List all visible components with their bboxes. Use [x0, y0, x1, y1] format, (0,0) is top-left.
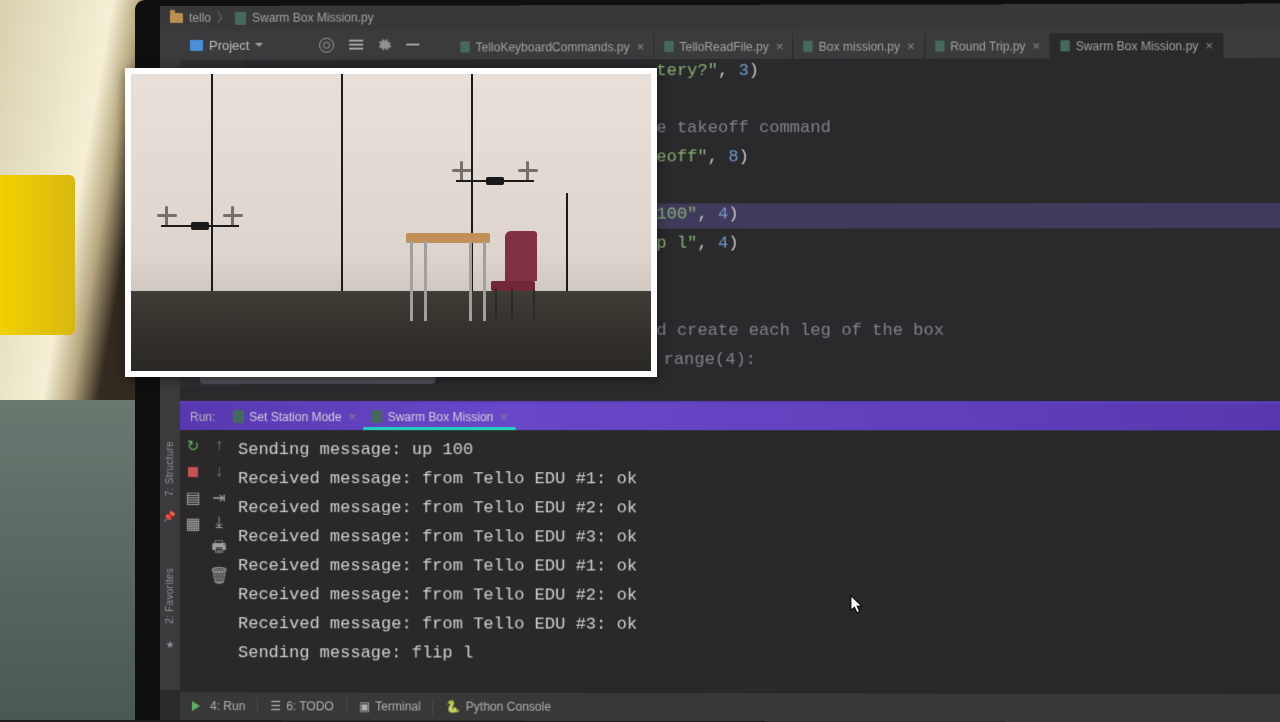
run-tool-window: Run: Set Station Mode× Swarm Box Mission… — [180, 401, 1280, 692]
status-todo-button[interactable]: ☰6: TODO — [258, 699, 345, 713]
collapse-icon[interactable] — [349, 37, 364, 52]
python-file-icon — [235, 11, 246, 24]
trash-icon[interactable]: 🗑 — [212, 568, 227, 583]
room-floor — [131, 291, 651, 371]
run-side-toolbar: ↻ ▤ ▦ ↑ ↓ ⇥ ⤓ 🖶 🗑 — [180, 430, 232, 690]
project-label: Project — [209, 37, 249, 52]
hide-icon[interactable] — [406, 37, 421, 52]
close-icon[interactable]: × — [500, 410, 507, 424]
run-tab-setstation[interactable]: Set Station Mode× — [225, 406, 363, 428]
breadcrumb: tello 〉 Swarm Box Mission.py — [160, 4, 1280, 30]
tab-tellokeyboard[interactable]: TelloKeyboardCommands.py× — [450, 34, 654, 59]
rerun-icon[interactable]: ↻ — [185, 438, 200, 453]
console-line: Received message: from Tello EDU #3: ok — [238, 523, 1280, 553]
wall-seam — [566, 193, 568, 291]
python-file-icon — [372, 410, 383, 423]
project-icon — [190, 39, 203, 50]
yellow-chair-photo — [0, 175, 75, 335]
room-scene — [131, 74, 651, 371]
console-output[interactable]: Sending message: up 100 Received message… — [238, 430, 1280, 692]
code-comment: d create each leg of the box — [656, 322, 944, 341]
tab-boxmission[interactable]: Box mission.py× — [794, 34, 925, 59]
code-fragment: 100", 4) — [656, 205, 738, 224]
wall-seam — [341, 74, 343, 291]
up-arrow-icon[interactable]: ↑ — [212, 438, 227, 453]
close-icon[interactable]: × — [637, 39, 645, 54]
close-icon[interactable]: × — [1033, 38, 1041, 53]
python-file-icon — [803, 41, 812, 52]
terminal-icon: ▣ — [359, 699, 370, 713]
chair-photo — [491, 231, 539, 321]
breadcrumb-folder[interactable]: tello — [189, 11, 211, 25]
run-tab-swarmbox[interactable]: Swarm Box Mission× — [364, 406, 516, 428]
tab-roundtrip[interactable]: Round Trip.py× — [925, 33, 1050, 58]
breadcrumb-file[interactable]: Swarm Box Mission.py — [252, 11, 374, 25]
status-terminal-button[interactable]: ▣Terminal — [347, 699, 433, 713]
project-dropdown[interactable]: Project — [182, 35, 272, 54]
python-file-icon — [935, 41, 944, 52]
code-fragment: tery?", 3) — [656, 62, 759, 81]
todo-icon: ☰ — [270, 699, 281, 713]
chevron-down-icon — [256, 43, 264, 51]
table-photo — [406, 233, 490, 321]
close-icon[interactable]: × — [1205, 38, 1213, 53]
python-file-icon — [1060, 40, 1069, 51]
code-fragment: p l", 4) — [656, 235, 738, 254]
close-icon[interactable]: × — [349, 410, 356, 424]
layout-icon[interactable]: ▤ — [185, 490, 200, 505]
console-line: Sending message: flip l — [238, 639, 1280, 670]
run-tabs-bar: Run: Set Station Mode× Swarm Box Mission… — [180, 403, 1280, 430]
status-run-button[interactable]: 4: Run — [180, 699, 257, 713]
code-comment: e takeoff command — [656, 119, 831, 138]
play-icon — [192, 701, 205, 711]
wrap-icon[interactable]: ⇥ — [212, 490, 227, 505]
close-icon[interactable]: × — [776, 39, 784, 54]
scroll-icon[interactable]: ⤓ — [212, 516, 227, 531]
console-line: Received message: from Tello EDU #2: ok — [238, 581, 1280, 612]
python-icon: 🐍 — [446, 700, 461, 714]
code-fragment: eoff", 8) — [656, 148, 748, 167]
console-line: Received message: from Tello EDU #3: ok — [238, 610, 1280, 641]
sidebar-structure-tab[interactable]: 7: Structure — [164, 435, 175, 502]
console-line: Received message: from Tello EDU #1: ok — [238, 465, 1280, 495]
console-line: Received message: from Tello EDU #1: ok — [238, 552, 1280, 582]
python-file-icon — [460, 41, 469, 52]
console-line: Sending message: up 100 — [238, 436, 1280, 466]
down-arrow-icon[interactable]: ↓ — [212, 464, 227, 479]
toolbar: Project TelloKeyboardCommands.py× TelloR… — [160, 28, 1280, 61]
wall-seam — [211, 74, 213, 291]
console-line: Received message: from Tello EDU #2: ok — [238, 494, 1280, 524]
status-pyconsole-button[interactable]: 🐍Python Console — [434, 700, 563, 714]
folder-icon — [170, 13, 183, 23]
gear-icon[interactable] — [378, 37, 392, 51]
layout2-icon[interactable]: ▦ — [185, 516, 200, 531]
tab-telloreadfile[interactable]: TelloReadFile.py× — [654, 34, 793, 59]
run-label: Run: — [180, 410, 225, 424]
editor-tabs: TelloKeyboardCommands.py× TelloReadFile.… — [450, 28, 1223, 60]
mouse-cursor — [850, 595, 864, 615]
drone-2 — [456, 169, 534, 191]
pin-icon[interactable]: 📌 — [163, 510, 177, 524]
tab-swarmboxmission[interactable]: Swarm Box Mission.py× — [1050, 33, 1223, 58]
drone-1 — [161, 214, 239, 236]
sidebar-favorites-tab[interactable]: 2: Favorites — [164, 562, 175, 630]
locate-icon[interactable] — [320, 37, 335, 52]
print-icon[interactable]: 🖶 — [212, 542, 227, 557]
close-icon[interactable]: × — [907, 39, 915, 54]
python-file-icon — [664, 41, 673, 52]
python-file-icon — [233, 410, 244, 423]
chevron-right-icon: 〉 — [217, 9, 229, 26]
star-icon[interactable]: ★ — [163, 638, 177, 652]
status-bar: 4: Run ☰6: TODO ▣Terminal 🐍Python Consol… — [180, 691, 1280, 722]
video-overlay — [125, 68, 657, 377]
stop-icon[interactable] — [185, 464, 200, 479]
